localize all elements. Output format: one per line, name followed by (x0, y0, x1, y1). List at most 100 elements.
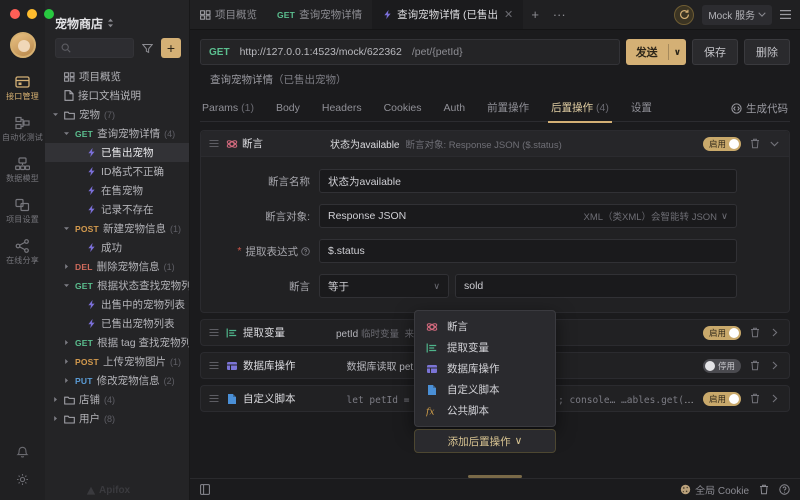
layout-icon[interactable] (200, 484, 210, 495)
bell-icon[interactable] (16, 446, 29, 459)
chevron-down-icon[interactable] (62, 282, 71, 289)
chevron-right-icon[interactable] (768, 328, 781, 337)
request-section-tabs[interactable]: Params (1)BodyHeadersCookiesAuth前置操作后置操作… (200, 96, 790, 122)
drag-handle-icon[interactable] (209, 328, 219, 337)
close-window-button[interactable] (10, 9, 20, 19)
add-post-operation-button[interactable]: 添加后置操作 ∨ (414, 429, 556, 453)
assertion-card-header[interactable]: 断言 状态为available 断言对象: Response JSON ($.s… (201, 131, 789, 157)
tree-item[interactable]: GET查询宠物详情(4) (45, 124, 189, 143)
tree-item[interactable]: 已售出宠物 (45, 143, 189, 162)
chevron-down-icon[interactable] (62, 225, 71, 232)
chevron-right-icon[interactable] (62, 358, 71, 365)
tree-item[interactable]: POST上传宠物图片(1) (45, 352, 189, 371)
chevron-down-icon[interactable] (768, 141, 781, 147)
hamburger-icon[interactable] (776, 6, 794, 24)
tab-more-button[interactable]: ··· (547, 0, 571, 29)
operation-enable-toggle[interactable]: 启用 (703, 392, 741, 406)
assertion-enable-toggle[interactable]: 启用 (703, 137, 741, 151)
drag-handle-icon[interactable] (209, 394, 219, 403)
assertion-name-input[interactable]: 状态为available (319, 169, 737, 193)
drag-handle-icon[interactable] (209, 361, 219, 370)
operation-enable-toggle[interactable]: 启用 (703, 326, 741, 340)
dropdown-item-database[interactable]: 数据库操作 (415, 358, 555, 379)
run-icon[interactable] (674, 5, 694, 25)
section-tab-设置[interactable]: 设置 (620, 96, 663, 122)
tree-item[interactable]: 出售中的宠物列表 (45, 295, 189, 314)
assertion-expected-input[interactable]: sold (455, 274, 737, 298)
chevron-down-icon[interactable] (62, 130, 71, 137)
add-api-button[interactable]: + (161, 38, 181, 58)
section-tab-Body[interactable]: Body (265, 96, 311, 122)
operation-enable-toggle[interactable]: 停用 (703, 359, 741, 373)
save-button[interactable]: 保存 (692, 39, 738, 65)
chevron-right-icon[interactable] (62, 263, 71, 270)
dropdown-item-extract-var[interactable]: 提取变量 (415, 337, 555, 358)
editor-tab[interactable]: 项目概览 (190, 0, 267, 29)
api-tree[interactable]: 项目概览接口文档说明宠物(7)GET查询宠物详情(4)已售出宠物ID格式不正确在… (45, 64, 189, 500)
tree-item[interactable]: 已售出宠物列表 (45, 314, 189, 333)
trash-icon[interactable] (759, 484, 769, 495)
add-operation-dropdown[interactable]: 断言 提取变量 数据库操作 (414, 310, 556, 427)
trash-icon[interactable] (748, 360, 761, 371)
rail-item-api-manage[interactable]: 接口管理 (0, 74, 45, 101)
section-tab-Cookies[interactable]: Cookies (373, 96, 433, 122)
tree-item[interactable]: 成功 (45, 238, 189, 257)
assertion-target-select[interactable]: Response JSON XML（类XML）会智能转 JSON ∨ (319, 204, 737, 228)
close-tab-icon[interactable]: ✕ (504, 8, 513, 21)
avatar[interactable] (10, 32, 36, 58)
tree-item[interactable]: DEL删除宠物信息(1) (45, 257, 189, 276)
global-cookie-button[interactable]: 全局 Cookie (680, 482, 749, 497)
chevron-right-icon[interactable] (51, 396, 60, 403)
section-tab-Auth[interactable]: Auth (433, 96, 477, 122)
tree-item[interactable]: POST新建宠物信息(1) (45, 219, 189, 238)
tree-item[interactable]: 接口文档说明 (45, 86, 189, 105)
rail-item-share[interactable]: 在线分享 (0, 238, 45, 265)
tree-item[interactable]: 宠物(7) (45, 105, 189, 124)
mock-service-selector[interactable]: Mock 服务 (702, 5, 772, 25)
section-tab-前置操作[interactable]: 前置操作 (476, 96, 540, 122)
trash-icon[interactable] (748, 393, 761, 404)
search-input[interactable] (55, 38, 134, 58)
tree-item[interactable]: GET根据 tag 查找宠物列表(1) (45, 333, 189, 352)
rail-item-project-settings[interactable]: 项目设置 (0, 197, 45, 224)
filter-icon[interactable] (139, 39, 156, 58)
chevron-right-icon[interactable] (62, 377, 71, 384)
project-switcher[interactable]: 宠物商店 (45, 8, 189, 38)
tree-item[interactable]: GET根据状态查找宠物列表(2) (45, 276, 189, 295)
tree-item[interactable]: ID格式不正确 (45, 162, 189, 181)
chevron-right-icon[interactable] (62, 339, 71, 346)
dropdown-item-assert[interactable]: 断言 (415, 316, 555, 337)
chevron-right-icon[interactable] (768, 394, 781, 403)
chevron-down-icon[interactable] (51, 111, 60, 118)
dropdown-item-public-script[interactable]: fx 公共脚本 (415, 400, 555, 421)
chevron-right-icon[interactable] (768, 361, 781, 370)
assertion-operator-select[interactable]: 等于 ∨ (319, 274, 449, 298)
tree-item[interactable]: 项目概览 (45, 67, 189, 86)
gear-icon[interactable] (16, 473, 29, 486)
help-circle-icon[interactable] (779, 484, 790, 495)
send-chevron-down-icon[interactable]: ∨ (669, 47, 686, 58)
url-input[interactable]: GET http://127.0.0.1:4523/mock/622362 /p… (200, 39, 620, 65)
help-icon[interactable] (301, 247, 310, 256)
minimize-window-button[interactable] (27, 9, 37, 19)
tree-item[interactable]: PUT修改宠物信息(2) (45, 371, 189, 390)
tree-item[interactable]: 店铺(4) (45, 390, 189, 409)
rail-item-automation-test[interactable]: 自动化测试 (0, 115, 45, 142)
chevron-right-icon[interactable] (51, 415, 60, 422)
scroll-indicator[interactable] (468, 475, 522, 478)
dropdown-item-custom-script[interactable]: 自定义脚本 (415, 379, 555, 400)
trash-icon[interactable] (748, 138, 761, 149)
editor-tab[interactable]: GET查询宠物详情 (267, 0, 372, 29)
tree-item[interactable]: 用户(8) (45, 409, 189, 428)
trash-icon[interactable] (748, 327, 761, 338)
section-tab-Params[interactable]: Params (1) (200, 96, 265, 122)
drag-handle-icon[interactable] (209, 139, 219, 148)
new-tab-button[interactable]: + (523, 0, 547, 29)
window-controls[interactable] (10, 9, 54, 19)
tree-item[interactable]: 在售宠物 (45, 181, 189, 200)
rail-item-data-model[interactable]: 数据模型 (0, 156, 45, 183)
section-tab-后置操作[interactable]: 后置操作 (4) (540, 96, 620, 122)
send-button[interactable]: 发送 ∨ (626, 39, 686, 65)
editor-tab[interactable]: 查询宠物详情 (已售出✕ (372, 0, 523, 29)
section-tab-Headers[interactable]: Headers (311, 96, 373, 122)
